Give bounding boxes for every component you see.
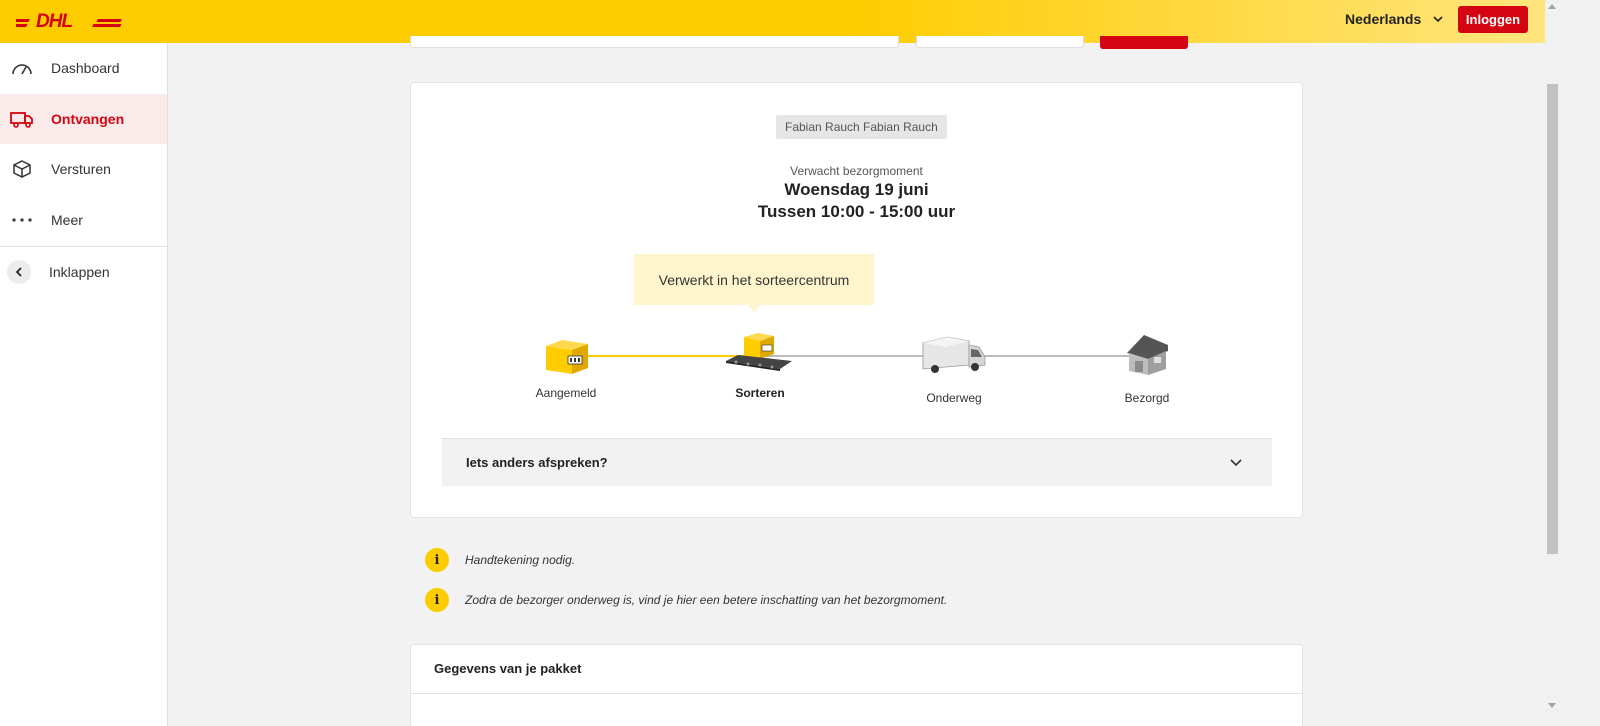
- chevron-left-icon: [7, 260, 31, 284]
- scroll-up-arrow-icon[interactable]: [1548, 4, 1556, 9]
- sidebar-item-label: Dashboard: [51, 60, 120, 76]
- package-icon: [10, 157, 34, 181]
- scroll-down-arrow-icon[interactable]: [1548, 703, 1556, 708]
- info-icon: i: [425, 548, 449, 572]
- delivery-van-icon: [922, 336, 986, 373]
- notice-estimate: i Zodra de bezorger onderweg is, vind je…: [425, 588, 947, 612]
- step-label-onderweg: Onderweg: [926, 391, 982, 405]
- notice-text: Zodra de bezorger onderweg is, vind je h…: [465, 593, 948, 607]
- language-label: Nederlands: [1345, 11, 1422, 27]
- arrange-alternative-accordion[interactable]: Iets anders afspreken?: [442, 438, 1272, 486]
- tracking-card: Fabian Rauch Fabian Rauch Verwacht bezor…: [410, 82, 1303, 518]
- recipient-name-badge: Fabian Rauch Fabian Rauch: [776, 115, 947, 139]
- svg-text:DHL: DHL: [36, 11, 72, 32]
- dhl-logo[interactable]: DHL: [16, 10, 126, 32]
- info-icon: i: [425, 588, 449, 612]
- truck-icon: [10, 107, 34, 131]
- sidebar-item-label: Versturen: [51, 161, 111, 177]
- more-dots-icon: [10, 208, 34, 232]
- step-label-sorteren: Sorteren: [735, 386, 785, 400]
- page-margin: [1560, 0, 1600, 726]
- step-label-bezorgd: Bezorgd: [1124, 391, 1170, 405]
- sidebar: Dashboard Ontvangen Versturen Meer Inkla…: [0, 43, 168, 726]
- expected-delivery-label: Verwacht bezorgmoment: [790, 164, 923, 178]
- sidebar-item-meer[interactable]: Meer: [0, 195, 167, 245]
- language-selector[interactable]: Nederlands: [1345, 11, 1443, 27]
- sidebar-item-label: Ontvangen: [51, 111, 125, 127]
- house-icon: [1127, 335, 1168, 375]
- expected-delivery-time: Tussen 10:00 - 15:00 uur: [757, 202, 956, 221]
- chevron-down-icon: [1433, 16, 1443, 23]
- postcode-input[interactable]: [916, 36, 1084, 48]
- scrollbar-thumb[interactable]: [1547, 84, 1558, 554]
- conveyor-box-icon: [726, 333, 792, 371]
- collapse-label: Inklappen: [49, 264, 110, 280]
- notice-signature: i Handtekening nodig.: [425, 548, 575, 572]
- tracking-code-input[interactable]: [410, 36, 899, 48]
- sidebar-item-versturen[interactable]: Versturen: [0, 144, 167, 194]
- divider: [411, 693, 1302, 694]
- box-icon: [546, 340, 588, 374]
- chevron-down-icon: [1230, 459, 1242, 467]
- notice-text: Handtekening nodig.: [465, 553, 576, 567]
- package-details-title: Gegevens van je pakket: [434, 661, 582, 676]
- expected-delivery-day: Woensdag 19 juni: [784, 180, 929, 199]
- track-button[interactable]: [1100, 36, 1188, 49]
- page-scrollbar[interactable]: [1545, 0, 1560, 726]
- gauge-icon: [10, 56, 34, 80]
- sidebar-item-ontvangen[interactable]: Ontvangen: [0, 94, 167, 144]
- collapse-sidebar-button[interactable]: Inklappen: [0, 247, 167, 297]
- status-tooltip: Verwerkt in het sorteercentrum: [634, 254, 874, 312]
- sidebar-item-label: Meer: [51, 212, 83, 228]
- sidebar-item-dashboard[interactable]: Dashboard: [0, 43, 167, 93]
- step-label-aangemeld: Aangemeld: [535, 386, 597, 400]
- package-details-card: Gegevens van je pakket: [410, 644, 1303, 726]
- accordion-title: Iets anders afspreken?: [466, 455, 608, 470]
- login-button[interactable]: Inloggen: [1458, 6, 1528, 33]
